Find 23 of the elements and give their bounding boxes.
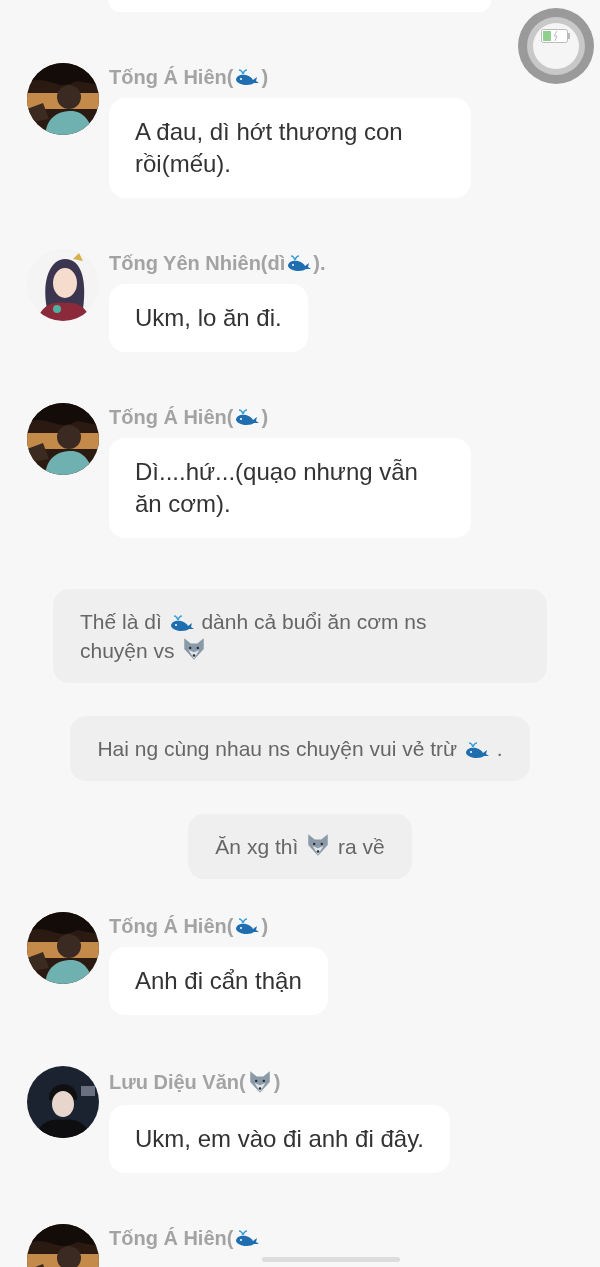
sender-name: )	[261, 66, 269, 88]
narration-text: .	[496, 737, 503, 760]
message-text: Dì....hứ...(quạo nhưng vẫn ăn cơm).	[135, 458, 418, 517]
narration-text: ra về	[337, 835, 385, 858]
sender-name: )	[261, 406, 269, 428]
narration-text: Hai ng cùng nhau ns chuyện vui vẻ trừ	[97, 737, 458, 760]
sender-name: )	[261, 915, 269, 937]
narration-text: chuyện vs	[80, 639, 175, 662]
narration-text: Thế là dì	[80, 610, 162, 633]
message-text: Ukm, lo ăn đi.	[135, 304, 282, 331]
sender-name: Tống Á Hiên(	[109, 1227, 234, 1249]
message-text: Ukm, em vào đi anh đi đây.	[135, 1125, 425, 1152]
narration-text: dành cả buổi ăn cơm ns	[201, 610, 427, 633]
narration-text: Ăn xg thì	[215, 835, 299, 858]
sender-name: Tống Yên Nhiên(dì	[109, 252, 286, 274]
message-text: Anh đi cẩn thận	[135, 967, 302, 994]
sender-name: Lưu Diệu Văn(	[109, 1071, 246, 1093]
sender-name: Tống Á Hiên(	[109, 66, 234, 88]
sender-name: Tống Á Hiên(	[109, 406, 234, 428]
sender-name: ).	[313, 252, 326, 274]
sender-name: )	[273, 1071, 281, 1093]
sender-name: Tống Á Hiên(	[109, 915, 234, 937]
message-text: A đau, dì hớt thương con rồi(mếu).	[135, 118, 403, 177]
